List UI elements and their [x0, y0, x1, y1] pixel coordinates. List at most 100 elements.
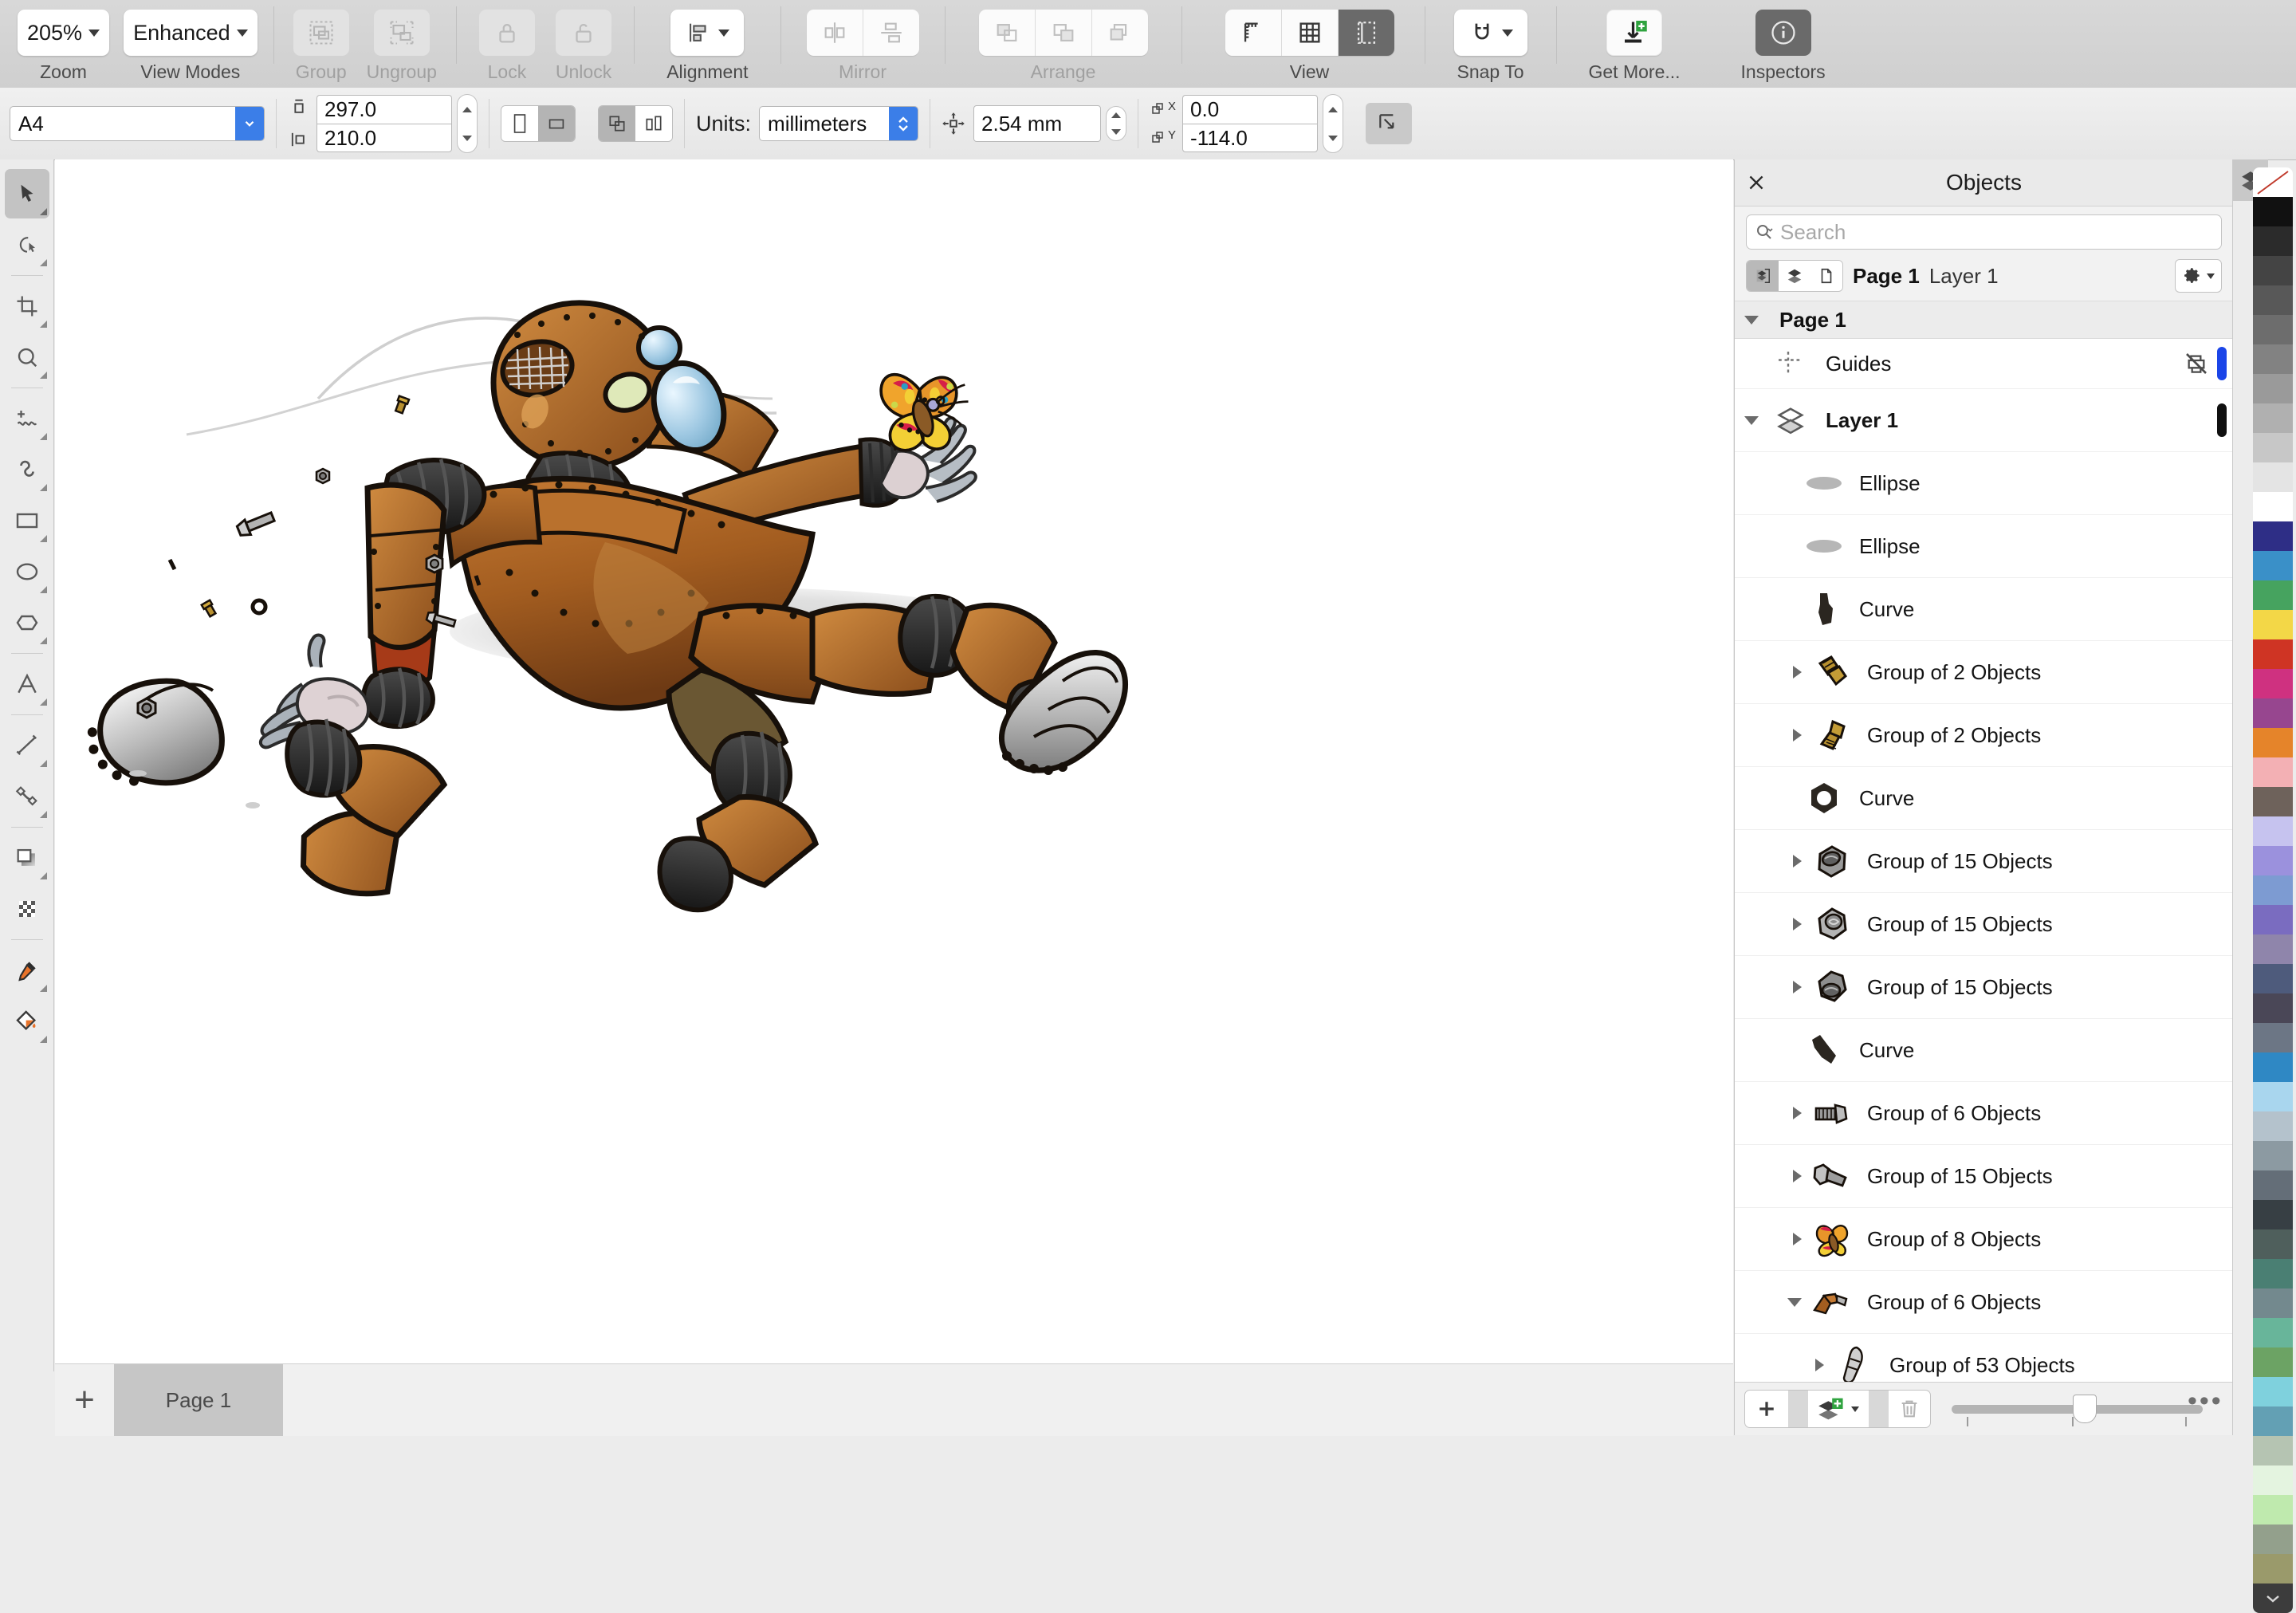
color-swatch[interactable]	[2253, 846, 2293, 875]
chevron-down-icon[interactable]	[235, 107, 264, 140]
layers-mode-tab[interactable]	[1779, 261, 1810, 291]
color-swatch[interactable]	[2253, 1111, 2293, 1141]
twisty-toggle[interactable]	[1735, 1297, 1810, 1307]
color-swatch[interactable]	[2253, 610, 2293, 639]
eyedropper-tool[interactable]	[5, 946, 49, 995]
color-swatch[interactable]	[2253, 1170, 2293, 1200]
color-swatch[interactable]	[2253, 1141, 2293, 1170]
close-icon[interactable]	[1735, 159, 1778, 206]
node-tool[interactable]	[5, 220, 49, 269]
color-swatch[interactable]	[2253, 315, 2293, 344]
color-swatch[interactable]	[2253, 905, 2293, 934]
lock-button[interactable]	[478, 10, 535, 56]
freehand-tool[interactable]	[5, 394, 49, 443]
snap-to-popup[interactable]	[1453, 10, 1527, 56]
send-to-back-button[interactable]	[1091, 10, 1148, 56]
twisty-toggle[interactable]	[1735, 415, 1768, 425]
breadcrumb-layer[interactable]: Layer 1	[1929, 264, 1999, 289]
inspectors-button[interactable]	[1755, 10, 1811, 56]
color-swatch[interactable]	[2253, 639, 2293, 669]
tree-row-group-53[interactable]: Group of 53 Objects	[1735, 1334, 2233, 1382]
color-swatch[interactable]	[2253, 1377, 2293, 1406]
zoom-popup[interactable]: 205%	[18, 10, 110, 56]
twisty-toggle[interactable]	[1735, 729, 1810, 742]
tree-row-group-8[interactable]: Group of 8 Objects	[1735, 1208, 2233, 1271]
color-swatch[interactable]	[2253, 1200, 2293, 1229]
add-layer-button[interactable]	[1808, 1391, 1869, 1427]
color-swatch[interactable]	[2253, 1554, 2293, 1583]
page-height-input[interactable]: 210.0	[316, 124, 452, 152]
landscape-button[interactable]	[538, 106, 575, 141]
color-swatch[interactable]	[2253, 1318, 2293, 1347]
multi-object-mode-button[interactable]	[635, 106, 672, 141]
color-swatch[interactable]	[2253, 1524, 2293, 1554]
origin-x-input[interactable]: 0.0	[1182, 95, 1319, 124]
tree-row-curve-2[interactable]: Curve	[1735, 767, 2233, 830]
view-modes-popup[interactable]: Enhanced	[124, 10, 258, 56]
panel-overflow-icon[interactable]: •••	[2188, 1386, 2223, 1417]
page-width-input[interactable]: 297.0	[316, 95, 452, 124]
delete-object-button[interactable]	[1889, 1391, 1930, 1427]
add-page-button[interactable]: +	[55, 1364, 114, 1436]
tree-row-group-2a[interactable]: Group of 2 Objects	[1735, 641, 2233, 704]
tree-row-layer-1[interactable]: Layer 1	[1735, 389, 2233, 452]
color-swatch[interactable]	[2253, 816, 2293, 846]
color-swatch[interactable]	[2253, 1023, 2293, 1052]
color-swatch[interactable]	[2253, 1465, 2293, 1495]
color-swatch[interactable]	[2253, 256, 2293, 285]
alignment-popup[interactable]	[670, 10, 745, 56]
shadow-tool[interactable]	[5, 833, 49, 883]
objects-tree[interactable]: Page 1 Guides Layer 1 Ellipse Ellipse Cu…	[1735, 301, 2233, 1382]
page-tab-page-1[interactable]: Page 1	[114, 1364, 283, 1436]
mirror-horizontal-button[interactable]	[806, 10, 863, 56]
color-swatch[interactable]	[2253, 1082, 2293, 1111]
tree-row-group-6b[interactable]: Group of 6 Objects	[1735, 1271, 2233, 1334]
color-swatch[interactable]	[2253, 433, 2293, 462]
color-swatch[interactable]	[2253, 521, 2293, 551]
tree-row-group-2b[interactable]: Group of 2 Objects	[1735, 704, 2233, 767]
tree-row-guides[interactable]: Guides	[1735, 339, 2233, 389]
color-swatch[interactable]	[2253, 1436, 2293, 1465]
zoom-tool[interactable]	[5, 332, 49, 382]
color-swatch[interactable]	[2253, 492, 2293, 521]
tree-row-page-1[interactable]: Page 1	[1735, 301, 2233, 339]
color-swatch[interactable]	[2253, 403, 2293, 433]
thumbnail-size-slider[interactable]	[1952, 1393, 2203, 1426]
color-swatch[interactable]	[2253, 1259, 2293, 1288]
portrait-button[interactable]	[501, 106, 538, 141]
color-swatch[interactable]	[2253, 285, 2293, 315]
bring-to-front-button[interactable]	[978, 10, 1035, 56]
grid-spacing-input[interactable]: 2.54 mm	[973, 105, 1102, 142]
color-swatch[interactable]	[2253, 875, 2293, 905]
palette-more-button[interactable]	[2253, 1583, 2293, 1613]
drawing-canvas[interactable]	[55, 159, 1733, 1363]
color-swatch[interactable]	[2253, 669, 2293, 698]
twisty-toggle[interactable]	[1735, 1170, 1810, 1182]
twisty-toggle[interactable]	[1735, 666, 1810, 679]
slider-thumb[interactable]	[2072, 1395, 2097, 1423]
tree-row-curve-1[interactable]: Curve	[1735, 578, 2233, 641]
color-swatch[interactable]	[2253, 1288, 2293, 1318]
mirror-vertical-button[interactable]	[863, 10, 919, 56]
tree-row-group-15a[interactable]: Group of 15 Objects	[1735, 830, 2233, 893]
color-pill[interactable]	[2217, 403, 2227, 437]
breadcrumb-page[interactable]: Page 1	[1853, 264, 1920, 289]
twisty-toggle[interactable]	[1735, 315, 1768, 325]
color-swatch[interactable]	[2253, 964, 2293, 993]
color-swatch[interactable]	[2253, 1052, 2293, 1082]
twisty-toggle[interactable]	[1735, 918, 1810, 930]
color-swatch[interactable]	[2253, 698, 2293, 728]
selection-tool[interactable]	[4, 169, 49, 218]
twisty-toggle[interactable]	[1735, 855, 1810, 867]
send-backward-button[interactable]	[1035, 10, 1091, 56]
panel-options-button[interactable]	[2175, 259, 2222, 293]
transparency-tool[interactable]	[5, 884, 49, 934]
reset-origin-button[interactable]	[1366, 103, 1413, 144]
grid-spacing-stepper[interactable]	[1106, 106, 1127, 141]
color-swatch[interactable]	[2253, 1495, 2293, 1524]
updown-icon[interactable]	[889, 107, 918, 140]
color-swatch[interactable]	[2253, 344, 2293, 374]
ellipse-tool[interactable]	[5, 547, 49, 596]
print-disabled-icon[interactable]	[2184, 351, 2209, 376]
color-swatch[interactable]	[2253, 197, 2293, 226]
